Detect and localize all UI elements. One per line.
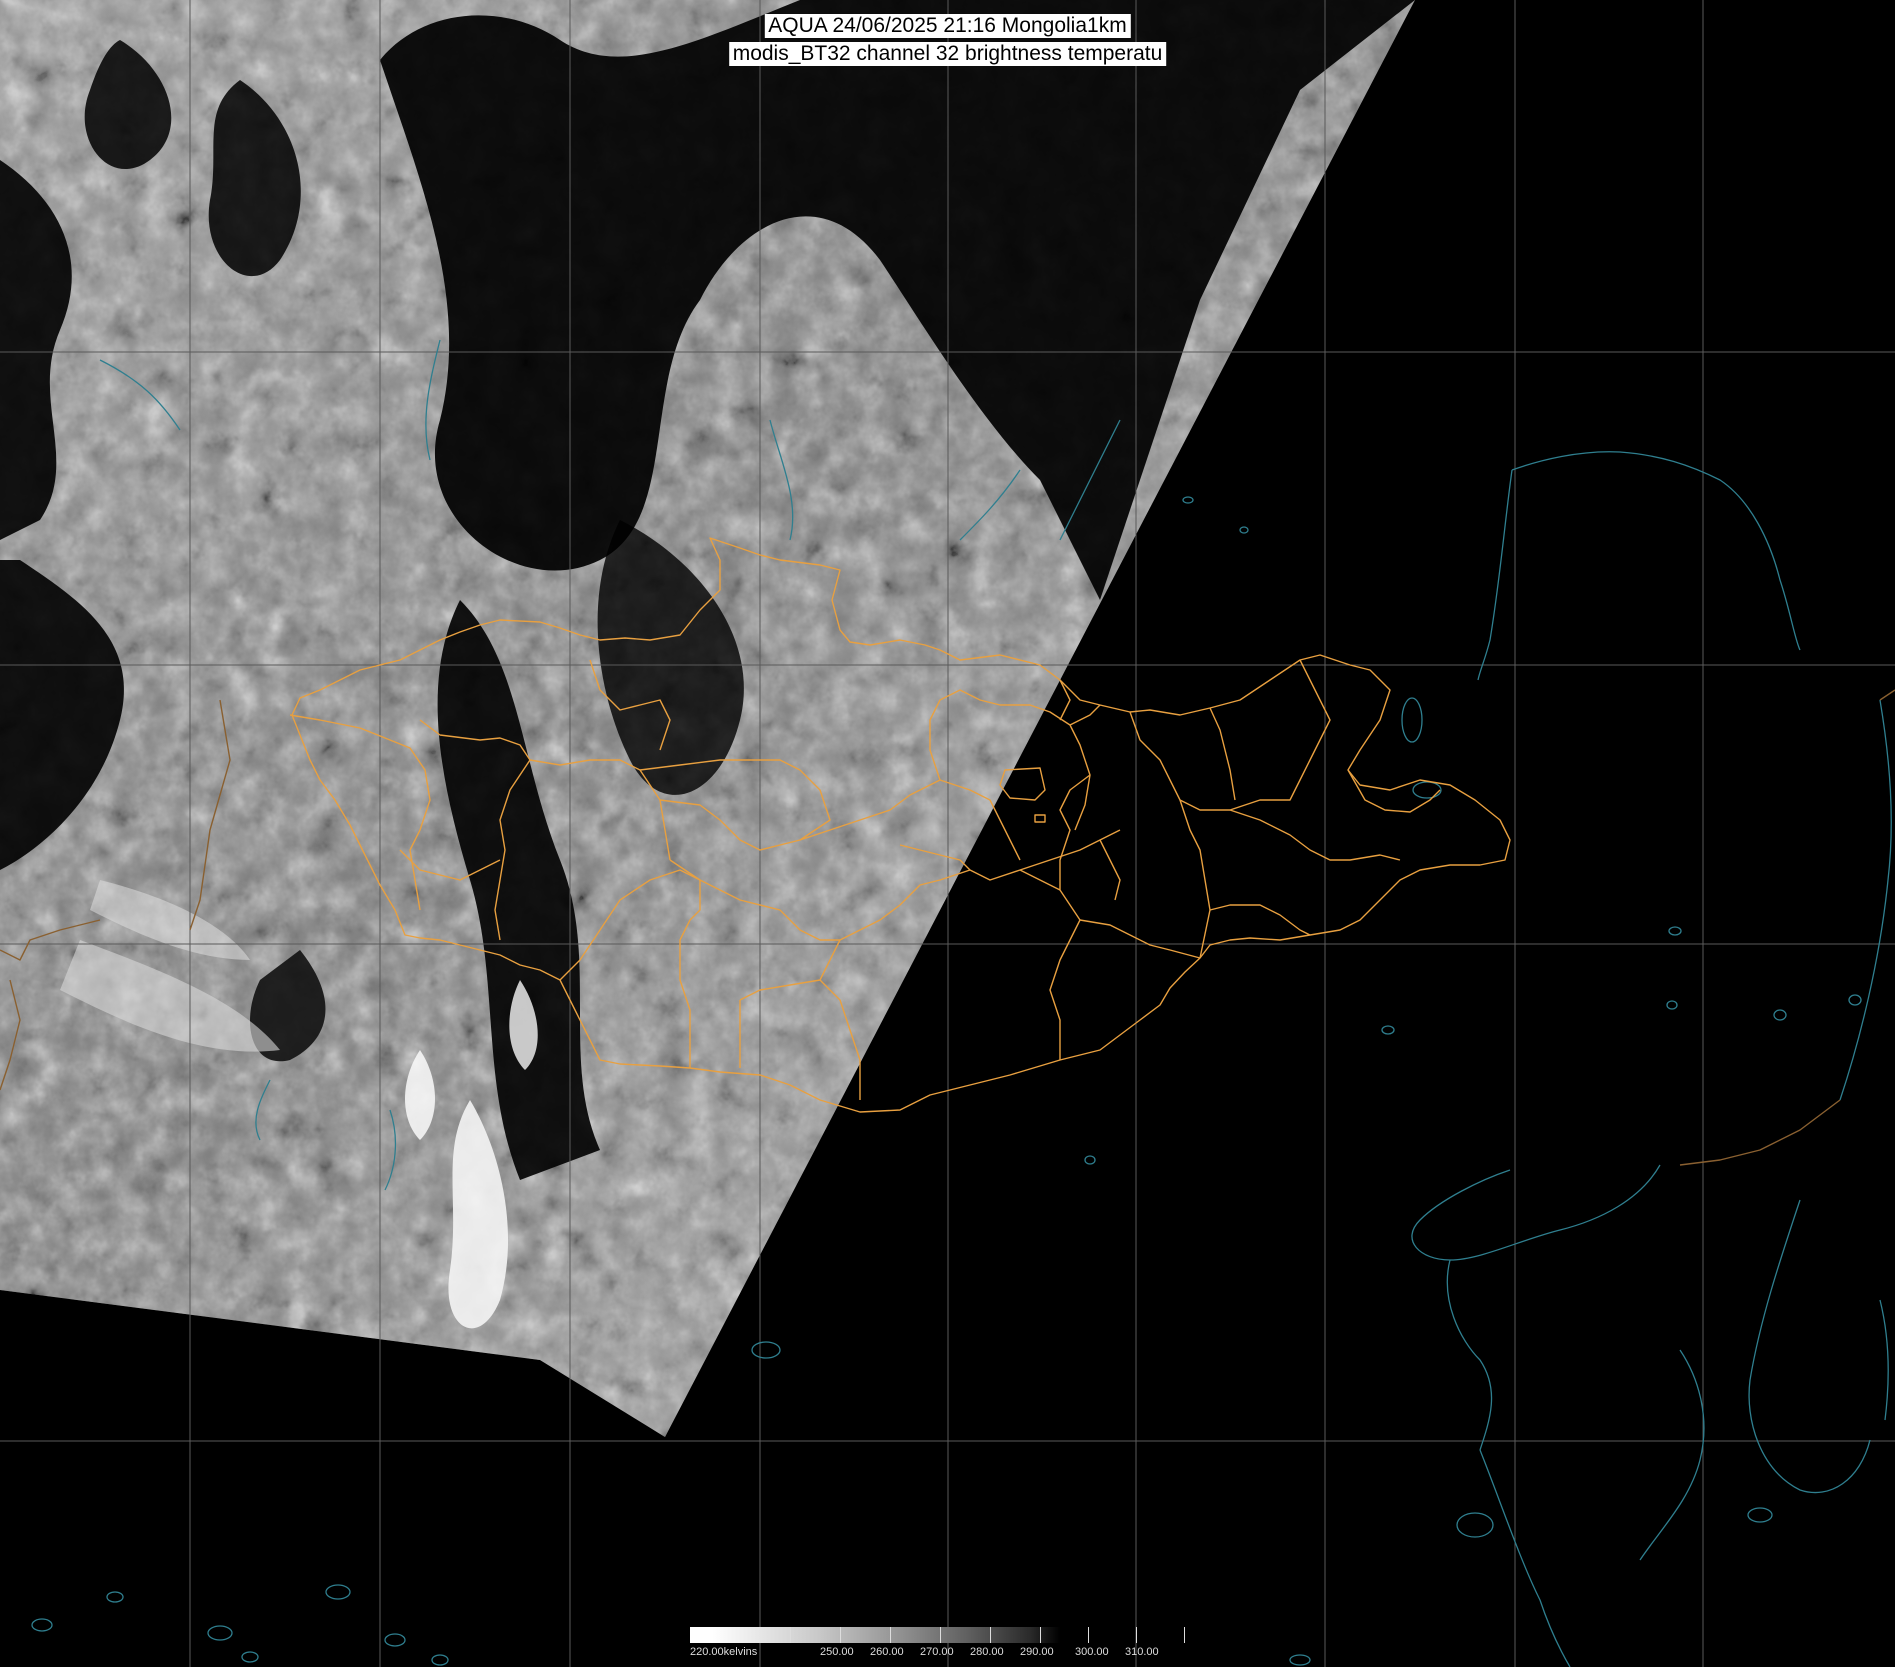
- colorbar-tick: [1184, 1627, 1185, 1643]
- colorbar-tick: [790, 1627, 791, 1643]
- colorbar-label: 280.00: [970, 1646, 1004, 1658]
- colorbar-label: 310.00: [1125, 1646, 1159, 1658]
- colorbar-label: 270.00: [920, 1646, 954, 1658]
- colorbar-tick: [1136, 1627, 1137, 1643]
- satellite-map: [0, 0, 1895, 1667]
- map-canvas: [0, 0, 1895, 1667]
- map-title: AQUA 24/06/2025 21:16 Mongolia1km: [764, 14, 1131, 38]
- colorbar-tick: [890, 1627, 891, 1643]
- colorbar-label: 260.00: [870, 1646, 904, 1658]
- colorbar-label: 300.00: [1075, 1646, 1109, 1658]
- colorbar-gradient: [690, 1627, 1060, 1643]
- colorbar-label: 250.00: [820, 1646, 854, 1658]
- colorbar-tick: [1088, 1627, 1089, 1643]
- colorbar-tick: [840, 1627, 841, 1643]
- colorbar-tick: [940, 1627, 941, 1643]
- colorbar-tick: [990, 1627, 991, 1643]
- colorbar-label: 220.00kelvins: [690, 1646, 758, 1658]
- colorbar-legend: 220.00kelvins 250.00 260.00 270.00 280.0…: [690, 1627, 1200, 1661]
- colorbar-tick: [1040, 1627, 1041, 1643]
- map-subtitle: modis_BT32 channel 32 brightness tempera…: [728, 42, 1167, 66]
- colorbar-label: 290.00: [1020, 1646, 1054, 1658]
